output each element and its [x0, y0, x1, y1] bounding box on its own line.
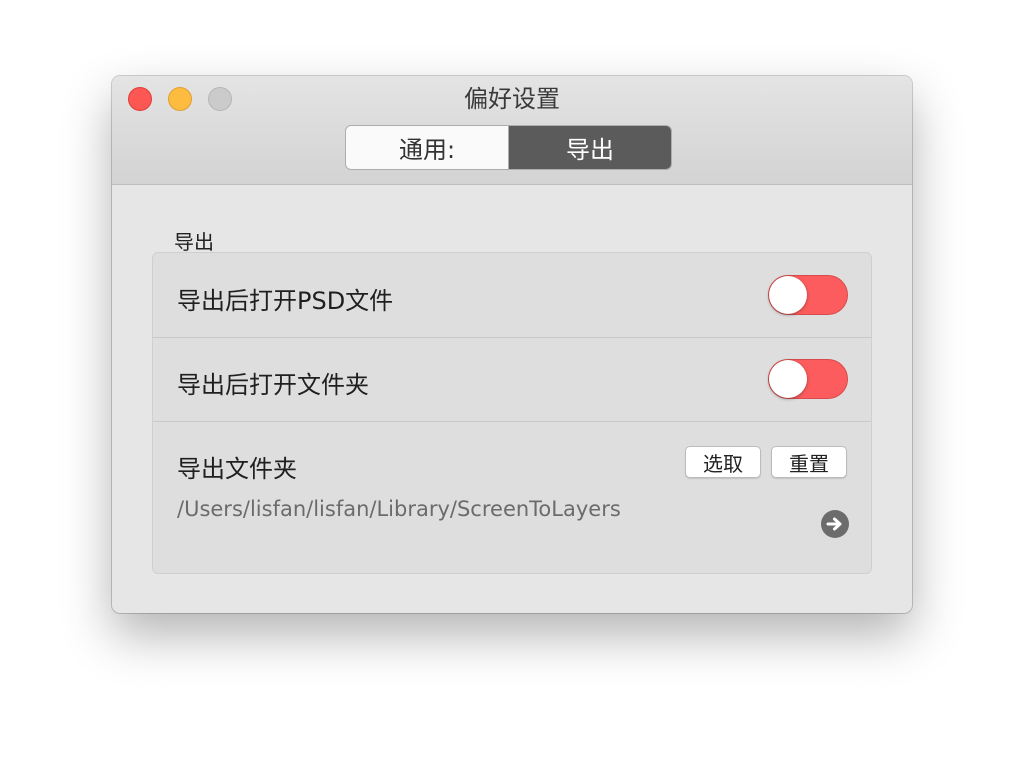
choose-folder-button[interactable]: 选取	[685, 446, 761, 478]
toggle-knob	[769, 360, 807, 398]
setting-row-export-folder: 导出文件夹 选取 重置 /Users/lisfan/lisfan/Library…	[153, 421, 871, 573]
setting-row-open-folder: 导出后打开文件夹	[153, 337, 871, 422]
title-bar: 偏好设置 通用: 导出	[112, 76, 912, 185]
toggle-knob	[769, 276, 807, 314]
open-folder-toggle[interactable]	[768, 359, 848, 399]
settings-group: 导出后打开PSD文件 导出后打开文件夹 导出文件夹 选取 重置 /Users/l…	[152, 252, 872, 574]
window-title: 偏好设置	[464, 85, 560, 113]
arrow-right-circle-icon[interactable]	[821, 510, 849, 538]
tab-general[interactable]: 通用:	[346, 126, 508, 169]
open-psd-label: 导出后打开PSD文件	[177, 287, 394, 315]
preferences-window: 偏好设置 通用: 导出 导出 导出后打开PSD文件 导出后打开文件夹 导出文件夹…	[112, 76, 912, 613]
tab-export[interactable]: 导出	[508, 126, 671, 169]
open-psd-toggle[interactable]	[768, 275, 848, 315]
export-folder-path: /Users/lisfan/lisfan/Library/ScreenToLay…	[177, 497, 621, 521]
reset-folder-button[interactable]: 重置	[771, 446, 847, 478]
section-title: 导出	[174, 230, 214, 254]
export-folder-label: 导出文件夹	[177, 455, 297, 483]
open-folder-label: 导出后打开文件夹	[177, 371, 369, 399]
setting-row-open-psd: 导出后打开PSD文件	[153, 253, 871, 338]
tab-control: 通用: 导出	[345, 125, 672, 170]
